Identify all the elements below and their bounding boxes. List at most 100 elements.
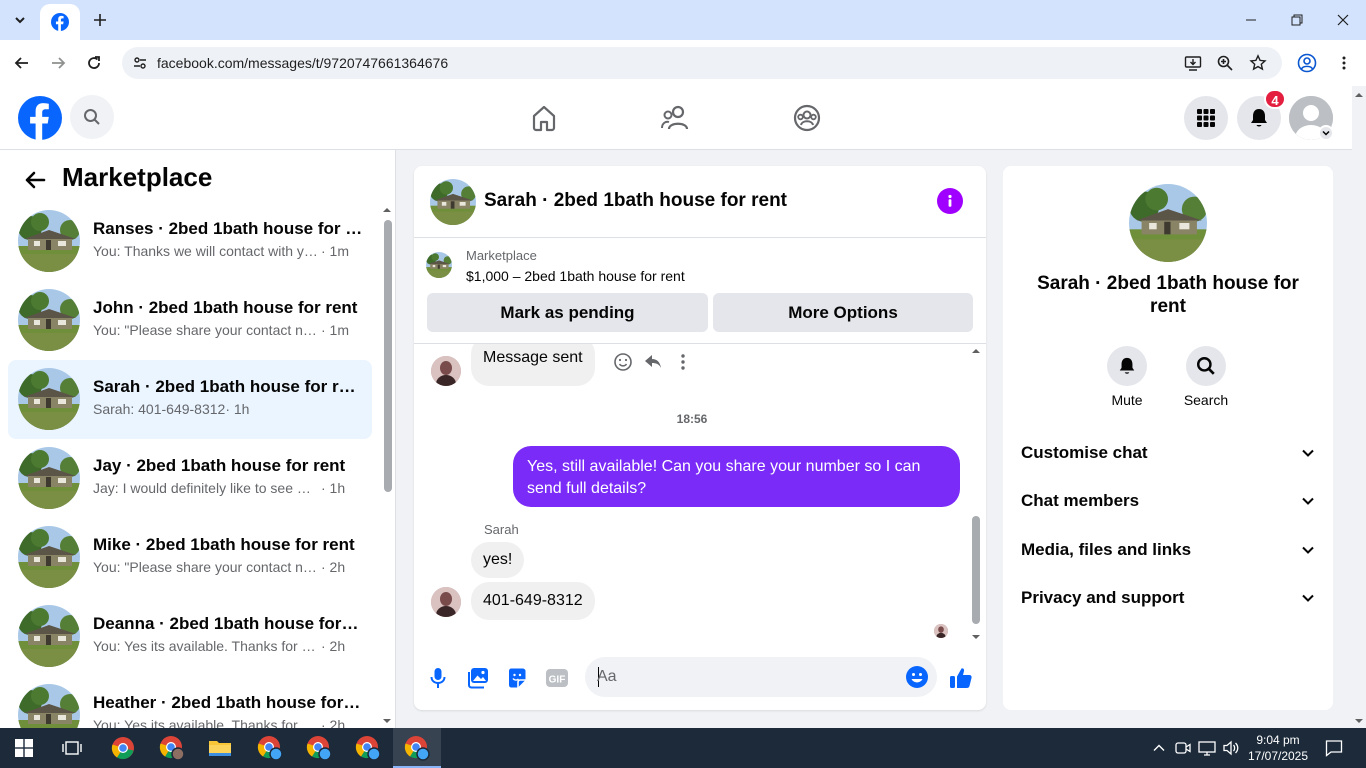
task-view-button[interactable] xyxy=(48,728,96,768)
show-hidden-icons-button[interactable] xyxy=(1149,738,1169,758)
zoom-button[interactable] xyxy=(1213,51,1237,75)
conversation-preview: Sarah: 401-649-8312 · 1h xyxy=(93,401,250,417)
message-bubble-outgoing[interactable]: Yes, still available! Can you share your… xyxy=(513,446,960,507)
back-button[interactable] xyxy=(8,49,36,77)
conversation-item[interactable]: Jay · 2bed 1bath house for rent Jay: I w… xyxy=(8,439,372,518)
more-options-button[interactable]: More Options xyxy=(713,293,973,332)
chrome-profile-icon xyxy=(404,736,430,761)
chat-avatar[interactable] xyxy=(430,179,476,225)
message-input[interactable] xyxy=(597,657,887,697)
section-label: Media, files and links xyxy=(1021,540,1192,559)
camera-icon xyxy=(1175,742,1191,754)
home-nav-button[interactable] xyxy=(524,98,564,138)
tab-search-button[interactable] xyxy=(6,8,34,32)
browser-tab-facebook[interactable] xyxy=(40,4,80,40)
chat-members-section[interactable]: Chat members xyxy=(1011,480,1325,524)
groups-nav-button[interactable] xyxy=(787,98,827,138)
sender-avatar[interactable] xyxy=(431,587,461,617)
conversation-item[interactable]: Heather · 2bed 1bath house for rent You:… xyxy=(8,676,372,728)
info-avatar[interactable] xyxy=(1129,184,1207,262)
like-button[interactable] xyxy=(947,664,975,692)
browser-menu-button[interactable] xyxy=(1330,49,1358,77)
conversation-list-scrollbar[interactable] xyxy=(380,205,394,728)
react-button[interactable] xyxy=(613,352,633,372)
close-icon xyxy=(1337,14,1349,26)
page-scrollbar[interactable] xyxy=(1352,86,1366,728)
marketplace-label: Marketplace xyxy=(466,248,537,263)
message-bubble-incoming[interactable]: Message sent xyxy=(471,344,595,386)
more-message-options-button[interactable] xyxy=(673,352,693,372)
conversation-item[interactable]: Deanna · 2bed 1bath house for rent You: … xyxy=(8,597,372,676)
chrome-profile-taskbar-app[interactable] xyxy=(246,728,294,768)
conversation-name: Sarah · 2bed 1bath house for rent xyxy=(93,377,363,396)
browser-profile-button[interactable] xyxy=(1293,49,1321,77)
attach-media-button[interactable] xyxy=(464,664,492,692)
scroll-down-icon xyxy=(1355,719,1363,723)
voice-clip-button[interactable] xyxy=(424,664,452,692)
conversation-item-active[interactable]: Sarah · 2bed 1bath house for rent Sarah:… xyxy=(8,360,372,439)
install-app-button[interactable] xyxy=(1181,51,1205,75)
conversation-item[interactable]: Mike · 2bed 1bath house for rent You: "P… xyxy=(8,518,372,597)
listing-thumbnail[interactable] xyxy=(426,252,452,278)
customise-chat-section[interactable]: Customise chat xyxy=(1011,432,1325,476)
close-window-button[interactable] xyxy=(1320,0,1366,40)
minimize-button[interactable] xyxy=(1228,0,1274,40)
restore-button[interactable] xyxy=(1274,0,1320,40)
message-center-icon xyxy=(1325,740,1343,757)
facebook-logo[interactable] xyxy=(18,96,62,140)
notification-center-button[interactable] xyxy=(1323,738,1345,758)
reply-button[interactable] xyxy=(643,352,663,372)
notification-count-badge: 4 xyxy=(1264,89,1286,109)
account-menu-chevron[interactable] xyxy=(1318,125,1334,141)
chat-panel: Sarah · 2bed 1bath house for rent Market… xyxy=(414,166,986,710)
groups-icon xyxy=(793,104,821,132)
conversation-item[interactable]: Ranses · 2bed 1bath house for rent You: … xyxy=(8,202,372,281)
chat-title[interactable]: Sarah · 2bed 1bath house for rent xyxy=(484,190,787,212)
network-tray-icon[interactable] xyxy=(1197,738,1217,758)
friends-nav-button[interactable] xyxy=(655,98,695,138)
media-files-links-section[interactable]: Media, files and links xyxy=(1011,529,1325,573)
message-bubble-incoming[interactable]: yes! xyxy=(471,542,525,578)
back-to-chats-button[interactable] xyxy=(20,165,50,195)
mute-button[interactable]: Mute xyxy=(1097,346,1157,408)
start-button[interactable] xyxy=(0,728,48,768)
scroll-down-icon xyxy=(972,635,980,639)
reload-button[interactable] xyxy=(80,49,108,77)
message-bubble-incoming[interactable]: 401-649-8312 xyxy=(471,582,595,620)
site-info-button[interactable] xyxy=(128,51,152,75)
sticker-button[interactable] xyxy=(503,664,531,692)
file-explorer-taskbar-app[interactable] xyxy=(196,728,244,768)
listing-title[interactable]: $1,000 – 2bed 1bath house for rent xyxy=(466,268,685,284)
chrome-profile-taskbar-app-active[interactable] xyxy=(393,728,441,768)
chrome-profile-taskbar-app[interactable] xyxy=(344,728,392,768)
menu-button[interactable] xyxy=(1184,96,1228,140)
forward-button[interactable] xyxy=(44,49,72,77)
chrome-profile-taskbar-app[interactable] xyxy=(295,728,343,768)
meet-now-tray-icon[interactable] xyxy=(1173,738,1193,758)
system-clock[interactable]: 9:04 pm 17/07/2025 xyxy=(1238,732,1318,764)
message-thread: Message sent 18:56 Yes, still available!… xyxy=(414,344,986,644)
sender-name: Sarah xyxy=(484,522,519,537)
chrome-taskbar-app[interactable] xyxy=(99,728,147,768)
facebook-search-button[interactable] xyxy=(70,95,114,139)
search-in-conversation-button[interactable]: Search xyxy=(1176,346,1236,408)
new-tab-button[interactable] xyxy=(88,8,112,32)
emoji-picker-button[interactable] xyxy=(905,665,929,689)
conversation-name: Mike · 2bed 1bath house for rent xyxy=(93,535,355,554)
url-text[interactable]: facebook.com/messages/t/9720747661364676 xyxy=(157,55,448,71)
chrome-profile-taskbar-app[interactable] xyxy=(148,728,196,768)
mark-as-pending-button[interactable]: Mark as pending xyxy=(427,293,708,332)
scrollbar-thumb[interactable] xyxy=(384,220,392,492)
listing-thumbnail xyxy=(18,605,80,667)
scrollbar-thumb[interactable] xyxy=(972,516,980,624)
bookmark-button[interactable] xyxy=(1246,51,1270,75)
privacy-support-section[interactable]: Privacy and support xyxy=(1011,577,1325,621)
address-bar[interactable]: facebook.com/messages/t/9720747661364676 xyxy=(122,47,1282,79)
conversation-item[interactable]: John · 2bed 1bath house for rent You: "P… xyxy=(8,281,372,360)
gif-button[interactable]: GIF xyxy=(543,664,571,692)
marketplace-listing-bar: Marketplace $1,000 – 2bed 1bath house fo… xyxy=(414,238,986,344)
message-thread-scrollbar[interactable] xyxy=(970,346,982,642)
facebook-logo-icon xyxy=(18,96,62,140)
sender-avatar[interactable] xyxy=(431,356,461,386)
conversation-info-button[interactable] xyxy=(937,188,963,214)
